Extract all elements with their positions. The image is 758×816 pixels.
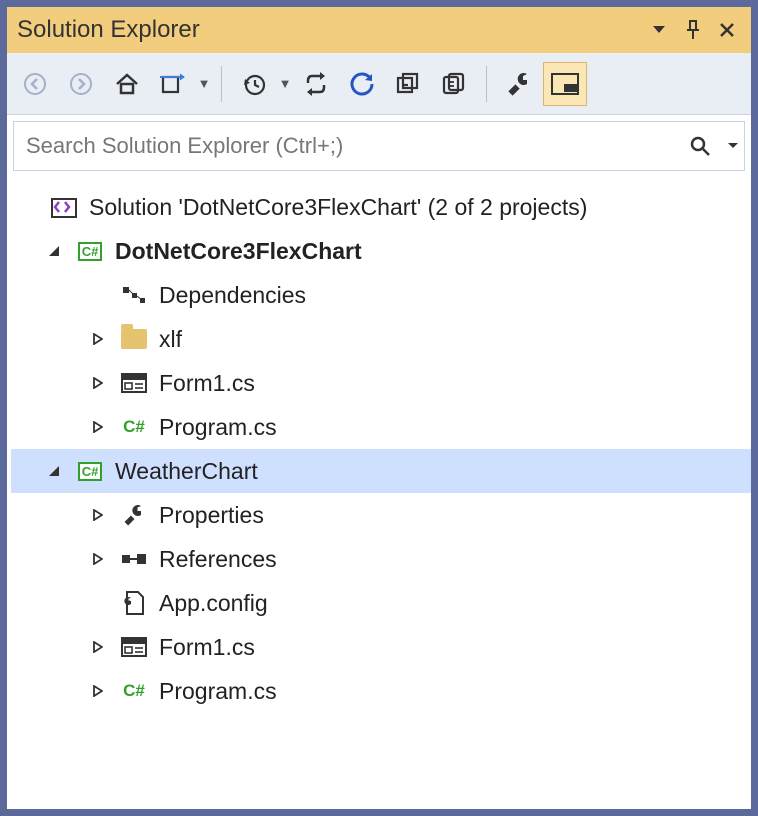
tree-item-label: References [159,546,751,573]
project-node[interactable]: C# DotNetCore3FlexChart [11,229,751,273]
file-node[interactable]: Form1.cs [11,625,751,669]
expander-closed-icon[interactable] [87,548,109,570]
tree-item-label: xlf [159,326,751,353]
tree-item-label: Form1.cs [159,370,751,397]
panel-title: Solution Explorer [17,16,639,44]
collapse-all-icon[interactable] [386,62,430,106]
close-icon[interactable] [713,16,741,44]
toolbar: ▼ ▼ [7,53,751,115]
properties-node[interactable]: Properties [11,493,751,537]
tree-item-label: Program.cs [159,414,751,441]
folder-node[interactable]: xlf [11,317,751,361]
tree-item-label: App.config [159,590,751,617]
solution-icon [49,194,79,220]
pin-icon[interactable] [679,16,707,44]
show-all-files-icon[interactable] [432,62,476,106]
csharp-file-icon: C# [119,414,149,440]
csharp-project-icon: C# [75,458,105,484]
sync-icon[interactable] [294,62,338,106]
file-node[interactable]: App.config [11,581,751,625]
solution-node[interactable]: Solution 'DotNetCore3FlexChart' (2 of 2 … [11,185,751,229]
csharp-file-icon: C# [119,678,149,704]
tree-item-label: Dependencies [159,282,751,309]
expander-open-icon[interactable] [43,240,65,262]
preview-icon[interactable] [543,62,587,106]
wrench-icon [119,502,149,528]
expander-closed-icon[interactable] [87,504,109,526]
tree-item-label: Program.cs [159,678,751,705]
form-icon [119,370,149,396]
references-icon [119,546,149,572]
references-node[interactable]: References [11,537,751,581]
search-input[interactable] [14,133,678,159]
expander-closed-icon[interactable] [87,416,109,438]
search-icon[interactable] [678,126,722,166]
project-node[interactable]: C# WeatherChart [11,449,751,493]
window-menu-icon[interactable] [645,16,673,44]
expander-closed-icon[interactable] [87,372,109,394]
csharp-project-icon: C# [75,238,105,264]
file-node[interactable]: C# Program.cs [11,669,751,713]
project-label: DotNetCore3FlexChart [115,238,751,265]
expander-closed-icon[interactable] [87,328,109,350]
solution-label: Solution 'DotNetCore3FlexChart' (2 of 2 … [89,194,751,221]
solution-explorer-panel: Solution Explorer ▼ ▼ [6,6,752,810]
search-bar [13,121,745,171]
home-icon[interactable] [105,62,149,106]
expander-open-icon[interactable] [43,460,65,482]
back-icon[interactable] [13,62,57,106]
expander-closed-icon[interactable] [87,636,109,658]
expander-closed-icon[interactable] [87,680,109,702]
dependencies-node[interactable]: Dependencies [11,273,751,317]
tree-item-label: Properties [159,502,751,529]
refresh-icon[interactable] [340,62,384,106]
project-label: WeatherChart [115,458,751,485]
history-icon[interactable] [232,62,276,106]
solution-tree[interactable]: Solution 'DotNetCore3FlexChart' (2 of 2 … [7,177,751,809]
config-file-icon [119,590,149,616]
dependencies-icon [119,282,149,308]
switch-view-icon[interactable] [151,62,195,106]
file-node[interactable]: Form1.cs [11,361,751,405]
chevron-down-icon[interactable]: ▼ [197,76,211,91]
folder-icon [119,326,149,352]
forward-icon[interactable] [59,62,103,106]
chevron-down-icon[interactable]: ▼ [278,76,292,91]
file-node[interactable]: C# Program.cs [11,405,751,449]
properties-icon[interactable] [497,62,541,106]
titlebar: Solution Explorer [7,7,751,53]
chevron-down-icon[interactable] [722,126,744,166]
form-icon [119,634,149,660]
tree-item-label: Form1.cs [159,634,751,661]
